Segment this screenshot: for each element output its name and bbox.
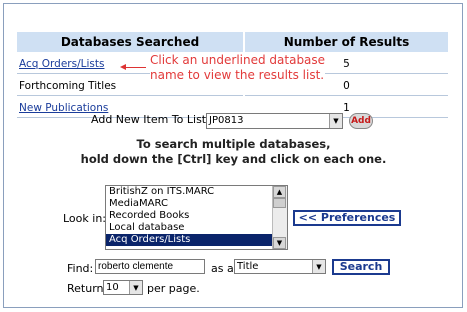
instructions-line-1: To search multiple databases,: [136, 137, 331, 151]
as-a-label: as a: [211, 262, 234, 275]
scroll-down-icon[interactable]: ▼: [273, 237, 286, 249]
listbox-scrollbar[interactable]: ▲ ▼: [272, 186, 287, 249]
list-item[interactable]: MediaMARC: [106, 198, 275, 210]
instructions-line-2: hold down the [Ctrl] key and click on ea…: [80, 152, 387, 166]
scroll-thumb[interactable]: [273, 198, 286, 208]
callout-line-1: Click an underlined database: [150, 53, 326, 67]
database-listbox[interactable]: BritishZ on ITS.MARC MediaMARC Recorded …: [105, 185, 288, 250]
look-in-label: Look in:: [63, 212, 106, 225]
results-header-row: Databases Searched Number of Results: [17, 32, 448, 52]
return-label: Return: [67, 282, 104, 295]
per-page-select[interactable]: 10 ▼: [103, 280, 143, 295]
database-link-new-publications[interactable]: New Publications: [19, 102, 108, 114]
add-button[interactable]: Add: [349, 113, 373, 129]
preferences-button[interactable]: << Preferences: [293, 210, 401, 226]
header-number-of-results: Number of Results: [245, 32, 448, 52]
header-databases-searched: Databases Searched: [17, 32, 243, 52]
list-item-selected[interactable]: Acq Orders/Lists: [106, 234, 275, 246]
callout-note: Click an underlined database name to vie…: [150, 53, 326, 83]
list-select-value: JP0813: [209, 115, 244, 126]
callout-line-2: name to view the results list.: [150, 68, 325, 82]
chevron-down-icon: ▼: [312, 260, 325, 273]
per-page-label: per page.: [147, 282, 200, 295]
chevron-down-icon: ▼: [329, 114, 342, 128]
list-item[interactable]: Local database: [106, 222, 275, 234]
find-label: Find:: [67, 262, 94, 275]
list-item[interactable]: BritishZ on ITS.MARC: [106, 186, 275, 198]
chevron-down-icon: ▼: [129, 281, 142, 294]
search-input[interactable]: [95, 259, 205, 274]
database-link-acq-orders[interactable]: Acq Orders/Lists: [19, 58, 104, 70]
scroll-up-icon[interactable]: ▲: [273, 186, 286, 198]
list-select[interactable]: JP0813 ▼: [206, 113, 343, 129]
callout-arrow-icon: [120, 64, 146, 70]
list-item[interactable]: Recorded Books: [106, 210, 275, 222]
field-select-value: Title: [237, 261, 259, 272]
search-button[interactable]: Search: [332, 259, 390, 275]
add-item-label: Add New Item To List:: [91, 113, 210, 126]
per-page-value: 10: [106, 282, 119, 293]
field-select[interactable]: Title ▼: [234, 259, 326, 274]
